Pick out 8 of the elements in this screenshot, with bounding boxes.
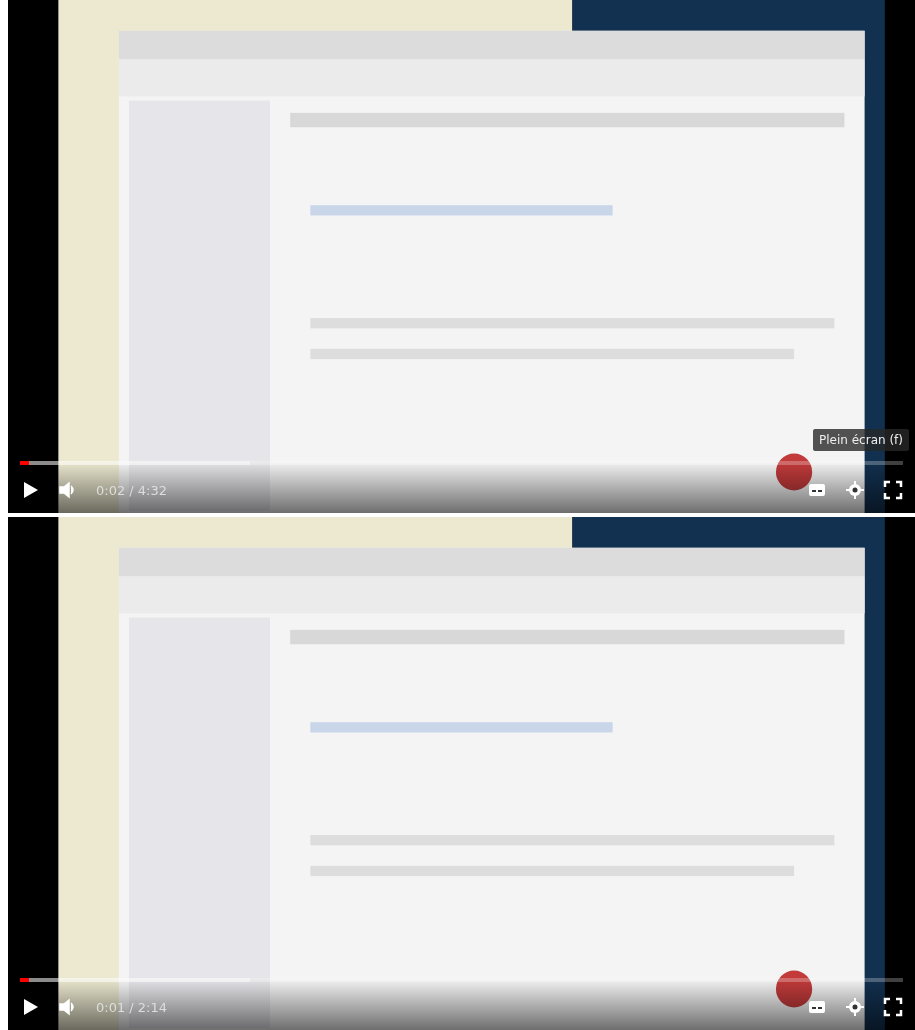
tooltip: Plein écran (f) xyxy=(813,429,909,451)
fullscreen-icon[interactable] xyxy=(883,480,903,500)
video-player[interactable]: 0:02 / 4:32 Plein écran (f) xyxy=(8,0,915,513)
settings-icon[interactable] xyxy=(845,480,865,500)
time-display: 0:02 / 4:32 xyxy=(96,482,168,498)
fullscreen-icon[interactable] xyxy=(883,997,903,1017)
settings-icon[interactable] xyxy=(845,997,865,1017)
time-display: 0:01 / 2:14 xyxy=(96,999,168,1015)
